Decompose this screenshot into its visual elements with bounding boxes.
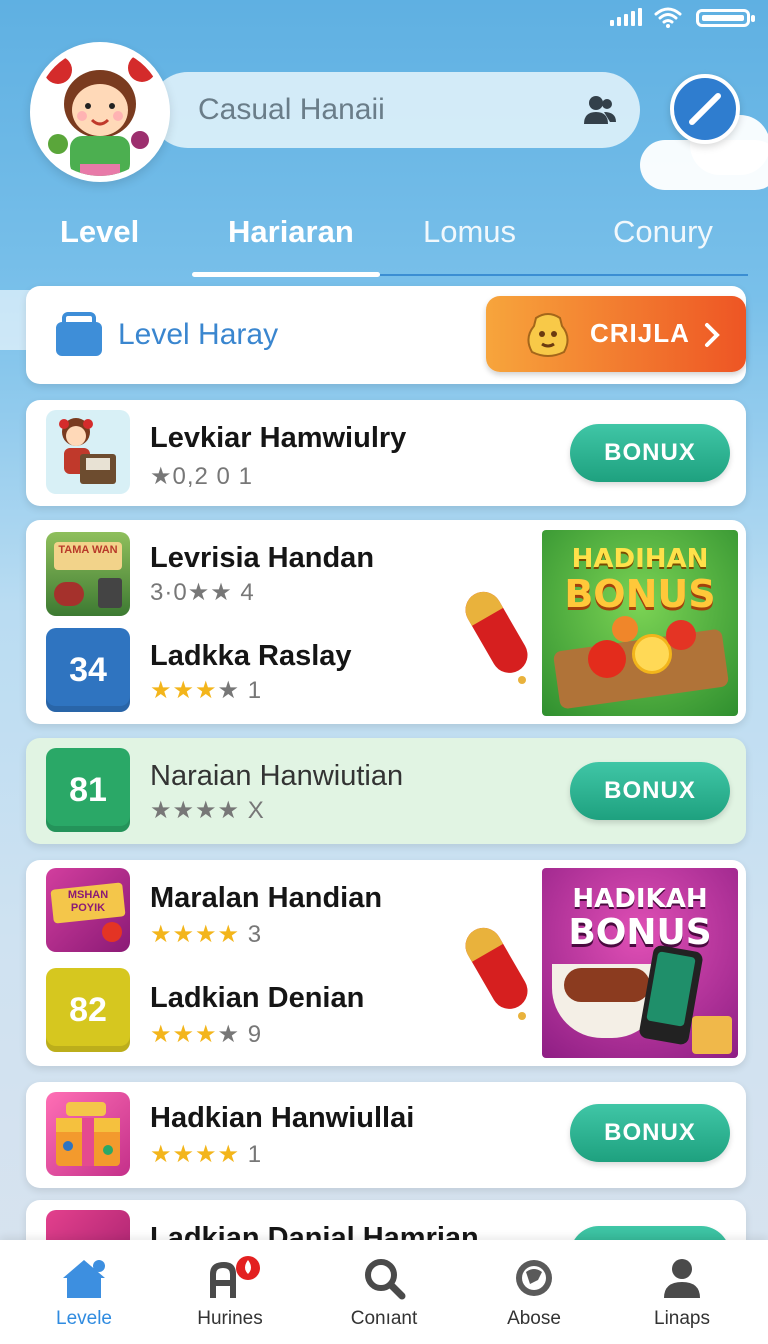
avatar[interactable] bbox=[30, 42, 170, 182]
item-title: Hadkian Hanwiullai bbox=[150, 1102, 415, 1134]
bonus-button[interactable]: BONUX bbox=[570, 424, 730, 482]
nav-label: Levele bbox=[56, 1308, 112, 1329]
item-thumbnail: TAMA WAN bbox=[46, 532, 130, 616]
nav-item-linaps[interactable]: Linaps bbox=[622, 1256, 742, 1330]
tab-lomus[interactable]: Lomus bbox=[423, 214, 516, 250]
list-item[interactable]: Levkiar Hamwiulry ★0,2 0 1 BONUX bbox=[26, 400, 746, 506]
nav-item-levele[interactable]: Levele bbox=[24, 1256, 144, 1330]
globe-icon bbox=[516, 1260, 552, 1296]
capsule-icon bbox=[465, 927, 528, 1020]
item-rating: ★★★★ 1 bbox=[150, 677, 263, 704]
promo-subtitle: BONUS bbox=[564, 572, 716, 616]
item-thumbnail bbox=[46, 410, 130, 494]
search-bar[interactable]: Casual Hanaii bbox=[150, 72, 640, 148]
item-rating: 3·0★★ 4 bbox=[150, 579, 255, 606]
item-rating: ★★★★ 9 bbox=[150, 1021, 263, 1048]
nav-label: Linaps bbox=[654, 1308, 710, 1329]
gift-box-icon bbox=[56, 1102, 120, 1166]
signal-icon bbox=[610, 8, 642, 26]
badge-icon bbox=[210, 1256, 260, 1298]
profile-icon bbox=[664, 1259, 700, 1298]
promo-title: HADIKAH bbox=[572, 884, 708, 914]
item-rating: ★★★★ X bbox=[150, 797, 265, 824]
tab-bar: Level Hariaran Lomus Conury bbox=[0, 200, 768, 280]
girl-avatar-icon bbox=[36, 48, 164, 176]
coin-bag-icon bbox=[527, 313, 569, 357]
level-banner: Level Haray CRIJLA bbox=[26, 286, 746, 384]
battery-icon bbox=[696, 9, 755, 27]
item-title: Levkiar Hamwiulry bbox=[150, 422, 407, 454]
girl-with-box-icon bbox=[59, 418, 116, 484]
thumbnail-text: MSHAN POYIK bbox=[67, 889, 109, 914]
user-icon[interactable] bbox=[582, 92, 618, 128]
number-tile: 34 bbox=[46, 628, 130, 712]
tab-level[interactable]: Level bbox=[60, 214, 139, 250]
item-title[interactable]: Ladkian Denian bbox=[150, 982, 364, 1015]
nav-item-abose[interactable]: Abose bbox=[474, 1256, 594, 1330]
promo-banner[interactable]: HADIHAN BONUS bbox=[542, 530, 738, 716]
item-thumbnail bbox=[46, 1092, 130, 1176]
edit-button[interactable] bbox=[670, 74, 740, 144]
promo-title: HADIHAN bbox=[571, 544, 709, 574]
crijla-button-label: CRIJLA bbox=[590, 318, 690, 348]
nav-label: Conıant bbox=[350, 1308, 418, 1329]
bottom-navigation: Levele Hurines Conıant Abose Linaps bbox=[0, 1240, 768, 1344]
nav-label: Hurines bbox=[197, 1308, 263, 1329]
bonus-button[interactable]: BONUX bbox=[570, 762, 730, 820]
status-bar bbox=[0, 0, 768, 40]
item-title[interactable]: Ladkka Raslay bbox=[150, 640, 352, 673]
item-rating: ★★★★ 1 bbox=[150, 1141, 263, 1168]
level-banner-title: Level Haray bbox=[118, 318, 279, 351]
list-item[interactable]: 81 Naraian Hanwiutian ★★★★ X BONUX bbox=[26, 738, 746, 844]
wifi-icon bbox=[654, 7, 682, 28]
nav-label: Abose bbox=[507, 1308, 561, 1329]
active-tab-indicator bbox=[192, 272, 380, 277]
item-rating: ★0,2 0 1 bbox=[150, 463, 253, 490]
number-tile: 82 bbox=[46, 968, 130, 1052]
list-item-group: MSHAN POYIK Maralan Handian ★★★★ 3 82 La… bbox=[26, 860, 746, 1066]
bonus-button[interactable]: BONUX bbox=[570, 1104, 730, 1162]
nav-item-hurines[interactable]: Hurines bbox=[170, 1256, 290, 1330]
item-title[interactable]: Maralan Handian bbox=[150, 882, 382, 915]
number-tile: 81 bbox=[46, 748, 130, 832]
search-input[interactable]: Casual Hanaii bbox=[198, 93, 385, 127]
briefcase-icon bbox=[56, 312, 102, 356]
thumbnail-text: TAMA WAN bbox=[58, 544, 118, 556]
list-item-group: TAMA WAN Levrisia Handan 3·0★★ 4 34 Ladk… bbox=[26, 520, 746, 724]
capsule-icon bbox=[465, 591, 528, 684]
tab-divider bbox=[380, 274, 748, 276]
tab-hariaran[interactable]: Hariaran bbox=[228, 214, 354, 250]
nav-item-conlant[interactable]: Conıant bbox=[324, 1256, 444, 1330]
promo-banner[interactable]: HADIKAH BONUS bbox=[542, 868, 738, 1058]
chevron-right-icon bbox=[705, 323, 720, 347]
search-icon bbox=[365, 1259, 406, 1300]
item-rating: ★★★★ 3 bbox=[150, 921, 263, 948]
item-title: Levrisia Handan bbox=[150, 542, 375, 574]
home-icon bbox=[63, 1260, 105, 1298]
item-thumbnail: MSHAN POYIK bbox=[46, 868, 130, 952]
promo-subtitle: BONUS bbox=[568, 912, 712, 953]
tab-conury[interactable]: Conury bbox=[613, 214, 713, 250]
pencil-icon bbox=[689, 93, 721, 125]
crijla-button[interactable]: CRIJLA bbox=[486, 296, 746, 372]
item-title: Naraian Hanwiutian bbox=[150, 760, 404, 792]
list-item[interactable]: Hadkian Hanwiullai ★★★★ 1 BONUX bbox=[26, 1082, 746, 1188]
